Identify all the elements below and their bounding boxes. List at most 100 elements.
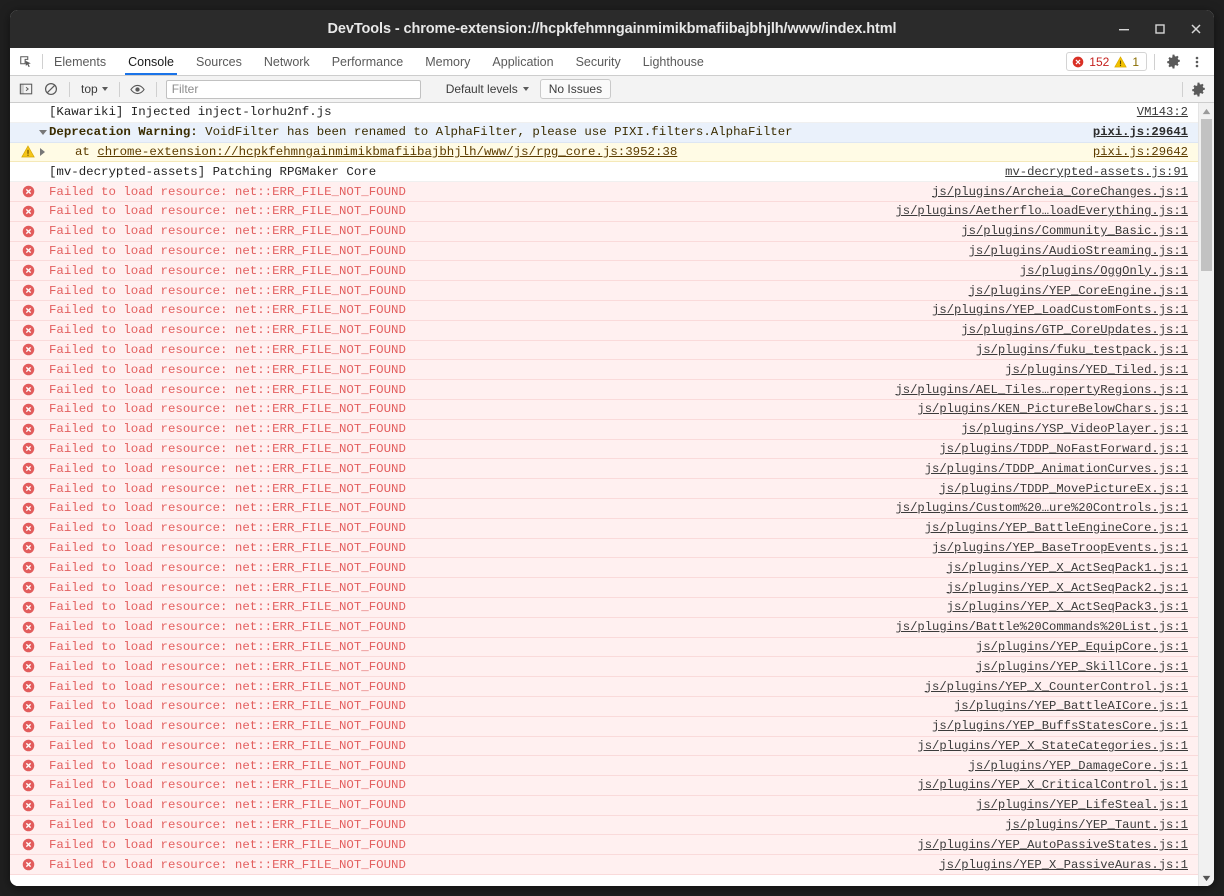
console-message-row[interactable]: Failed to load resource: net::ERR_FILE_N… bbox=[10, 182, 1198, 202]
tab-memory[interactable]: Memory bbox=[414, 48, 481, 75]
tab-sources[interactable]: Sources bbox=[185, 48, 253, 75]
console-message-row[interactable]: Failed to load resource: net::ERR_FILE_N… bbox=[10, 399, 1198, 420]
console-message-row[interactable]: Failed to load resource: net::ERR_FILE_N… bbox=[10, 221, 1198, 242]
message-source-link[interactable]: js/plugins/TDDP_MovePictureEx.js:1 bbox=[939, 482, 1198, 496]
console-message-row[interactable]: Failed to load resource: net::ERR_FILE_N… bbox=[10, 696, 1198, 717]
tab-application[interactable]: Application bbox=[481, 48, 564, 75]
message-source-link[interactable]: js/plugins/YEP_CoreEngine.js:1 bbox=[969, 284, 1198, 298]
console-message-row[interactable]: Failed to load resource: net::ERR_FILE_N… bbox=[10, 340, 1198, 361]
message-source-link[interactable]: js/plugins/Community_Basic.js:1 bbox=[961, 224, 1198, 238]
scrollbar-thumb[interactable] bbox=[1201, 119, 1212, 271]
message-source-link[interactable]: js/plugins/YEP_X_PassiveAuras.js:1 bbox=[939, 858, 1198, 872]
execution-context-selector[interactable]: top bbox=[77, 82, 112, 96]
scroll-up-arrow-icon[interactable] bbox=[1199, 103, 1214, 119]
message-source-link[interactable]: js/plugins/YEP_BaseTroopEvents.js:1 bbox=[932, 541, 1198, 555]
message-source-link[interactable]: js/plugins/YEP_X_ActSeqPack2.js:1 bbox=[947, 581, 1198, 595]
console-message-row[interactable]: Failed to load resource: net::ERR_FILE_N… bbox=[10, 538, 1198, 559]
console-message-row[interactable]: Failed to load resource: net::ERR_FILE_N… bbox=[10, 281, 1198, 301]
console-message-row[interactable]: Failed to load resource: net::ERR_FILE_N… bbox=[10, 459, 1198, 480]
tab-security[interactable]: Security bbox=[565, 48, 632, 75]
console-message-row[interactable]: [mv-decrypted-assets] Patching RPGMaker … bbox=[10, 162, 1198, 183]
message-source-link[interactable]: js/plugins/YEP_BuffsStatesCore.js:1 bbox=[932, 719, 1198, 733]
minimize-button[interactable] bbox=[1106, 10, 1142, 48]
message-source-link[interactable]: js/plugins/KEN_PictureBelowChars.js:1 bbox=[917, 402, 1198, 416]
message-source-link[interactable]: js/plugins/YEP_BattleEngineCore.js:1 bbox=[925, 521, 1198, 535]
message-source-link[interactable]: js/plugins/YEP_X_ActSeqPack3.js:1 bbox=[947, 600, 1198, 614]
console-message-row[interactable]: Failed to load resource: net::ERR_FILE_N… bbox=[10, 736, 1198, 757]
console-message-row[interactable]: [Kawariki] Injected inject-lorhu2nf.js VM… bbox=[10, 103, 1198, 123]
console-message-row[interactable]: Failed to load resource: net::ERR_FILE_N… bbox=[10, 637, 1198, 658]
expand-triangle-right-icon[interactable] bbox=[36, 147, 49, 156]
message-source-link[interactable]: js/plugins/YEP_LoadCustomFonts.js:1 bbox=[932, 303, 1198, 317]
inspect-element-icon[interactable] bbox=[10, 48, 42, 75]
message-source-link[interactable]: js/plugins/AEL_Tiles…ropertyRegions.js:1 bbox=[895, 383, 1198, 397]
console-message-row[interactable]: Failed to load resource: net::ERR_FILE_N… bbox=[10, 677, 1198, 697]
message-source-link[interactable]: js/plugins/YEP_AutoPassiveStates.js:1 bbox=[917, 838, 1198, 852]
message-source-link[interactable]: js/plugins/YEP_LifeSteal.js:1 bbox=[976, 798, 1198, 812]
console-message-area[interactable]: [Kawariki] Injected inject-lorhu2nf.js VM… bbox=[10, 103, 1214, 886]
message-source-link[interactable]: js/plugins/Battle%20Commands%20List.js:1 bbox=[895, 620, 1198, 634]
stack-frame-link[interactable]: chrome-extension://hcpkfehmngainmimikbma… bbox=[97, 145, 677, 159]
console-message-row[interactable]: Deprecation Warning: VoidFilter has been… bbox=[10, 122, 1198, 143]
message-source-link[interactable]: js/plugins/YED_Tiled.js:1 bbox=[1005, 363, 1198, 377]
tab-console[interactable]: Console bbox=[117, 48, 185, 75]
console-message-row[interactable]: at chrome-extension://hcpkfehmngainmimik… bbox=[10, 142, 1198, 163]
message-source-link[interactable]: pixi.js:29642 bbox=[1093, 145, 1198, 159]
console-message-row[interactable]: Failed to load resource: net::ERR_FILE_N… bbox=[10, 360, 1198, 381]
console-message-row[interactable]: Failed to load resource: net::ERR_FILE_N… bbox=[10, 479, 1198, 499]
expand-triangle-down-icon[interactable] bbox=[36, 129, 49, 135]
console-sidebar-icon[interactable] bbox=[15, 79, 37, 100]
message-source-link[interactable]: mv-decrypted-assets.js:91 bbox=[1005, 165, 1198, 179]
message-source-link[interactable]: js/plugins/YEP_SkillCore.js:1 bbox=[976, 660, 1198, 674]
live-expression-eye-icon[interactable] bbox=[127, 79, 149, 100]
message-source-link[interactable]: js/plugins/TDDP_NoFastForward.js:1 bbox=[939, 442, 1198, 456]
tab-performance[interactable]: Performance bbox=[321, 48, 415, 75]
console-message-row[interactable]: Failed to load resource: net::ERR_FILE_N… bbox=[10, 419, 1198, 440]
close-button[interactable] bbox=[1178, 10, 1214, 48]
message-source-link[interactable]: js/plugins/YEP_X_ActSeqPack1.js:1 bbox=[947, 561, 1198, 575]
message-source-link[interactable]: js/plugins/YEP_X_StateCategories.js:1 bbox=[917, 739, 1198, 753]
console-message-row[interactable]: Failed to load resource: net::ERR_FILE_N… bbox=[10, 815, 1198, 836]
filter-input[interactable] bbox=[165, 79, 421, 99]
message-source-link[interactable]: js/plugins/fuku_testpack.js:1 bbox=[976, 343, 1198, 357]
console-message-row[interactable]: Failed to load resource: net::ERR_FILE_N… bbox=[10, 380, 1198, 400]
console-message-row[interactable]: Failed to load resource: net::ERR_FILE_N… bbox=[10, 558, 1198, 579]
console-message-row[interactable]: Failed to load resource: net::ERR_FILE_N… bbox=[10, 835, 1198, 856]
tab-elements[interactable]: Elements bbox=[43, 48, 117, 75]
gear-icon[interactable] bbox=[1162, 51, 1184, 73]
message-source-link[interactable]: js/plugins/OggOnly.js:1 bbox=[1020, 264, 1198, 278]
issue-counts[interactable]: 152 1 bbox=[1066, 52, 1147, 71]
message-source-link[interactable]: js/plugins/YEP_DamageCore.js:1 bbox=[969, 759, 1198, 773]
message-source-link[interactable]: js/plugins/GTP_CoreUpdates.js:1 bbox=[961, 323, 1198, 337]
console-message-row[interactable]: Failed to load resource: net::ERR_FILE_N… bbox=[10, 776, 1198, 796]
message-source-link[interactable]: pixi.js:29641 bbox=[1093, 125, 1198, 139]
message-source-link[interactable]: js/plugins/YEP_X_CounterControl.js:1 bbox=[925, 680, 1198, 694]
message-source-link[interactable]: js/plugins/YEP_EquipCore.js:1 bbox=[976, 640, 1198, 654]
console-message-row[interactable]: Failed to load resource: net::ERR_FILE_N… bbox=[10, 657, 1198, 678]
console-scrollbar[interactable] bbox=[1198, 103, 1214, 886]
console-message-row[interactable]: Failed to load resource: net::ERR_FILE_N… bbox=[10, 597, 1198, 618]
message-source-link[interactable]: js/plugins/YEP_X_CriticalControl.js:1 bbox=[917, 778, 1198, 792]
message-source-link[interactable]: js/plugins/Archeia_CoreChanges.js:1 bbox=[932, 185, 1198, 199]
console-message-row[interactable]: Failed to load resource: net::ERR_FILE_N… bbox=[10, 201, 1198, 222]
console-message-row[interactable]: Failed to load resource: net::ERR_FILE_N… bbox=[10, 795, 1198, 816]
console-message-row[interactable]: Failed to load resource: net::ERR_FILE_N… bbox=[10, 320, 1198, 341]
message-source-link[interactable]: VM143:2 bbox=[1137, 105, 1198, 119]
console-message-row[interactable]: Failed to load resource: net::ERR_FILE_N… bbox=[10, 300, 1198, 321]
console-message-row[interactable]: Failed to load resource: net::ERR_FILE_N… bbox=[10, 261, 1198, 282]
console-message-row[interactable]: Failed to load resource: net::ERR_FILE_N… bbox=[10, 498, 1198, 519]
message-source-link[interactable]: js/plugins/TDDP_AnimationCurves.js:1 bbox=[925, 462, 1198, 476]
scrollbar-track[interactable] bbox=[1199, 119, 1214, 870]
console-message-row[interactable]: Failed to load resource: net::ERR_FILE_N… bbox=[10, 518, 1198, 539]
console-message-row[interactable]: Failed to load resource: net::ERR_FILE_N… bbox=[10, 578, 1198, 598]
tab-lighthouse[interactable]: Lighthouse bbox=[632, 48, 715, 75]
message-source-link[interactable]: js/plugins/AudioStreaming.js:1 bbox=[969, 244, 1198, 258]
console-message-row[interactable]: Failed to load resource: net::ERR_FILE_N… bbox=[10, 617, 1198, 638]
message-source-link[interactable]: js/plugins/Aetherflo…loadEverything.js:1 bbox=[895, 204, 1198, 218]
tab-network[interactable]: Network bbox=[253, 48, 321, 75]
maximize-button[interactable] bbox=[1142, 10, 1178, 48]
message-source-link[interactable]: js/plugins/YSP_VideoPlayer.js:1 bbox=[961, 422, 1198, 436]
message-source-link[interactable]: js/plugins/Custom%20…ure%20Controls.js:1 bbox=[895, 501, 1198, 515]
console-settings-gear-icon[interactable] bbox=[1187, 79, 1209, 100]
console-message-row[interactable]: Failed to load resource: net::ERR_FILE_N… bbox=[10, 716, 1198, 737]
